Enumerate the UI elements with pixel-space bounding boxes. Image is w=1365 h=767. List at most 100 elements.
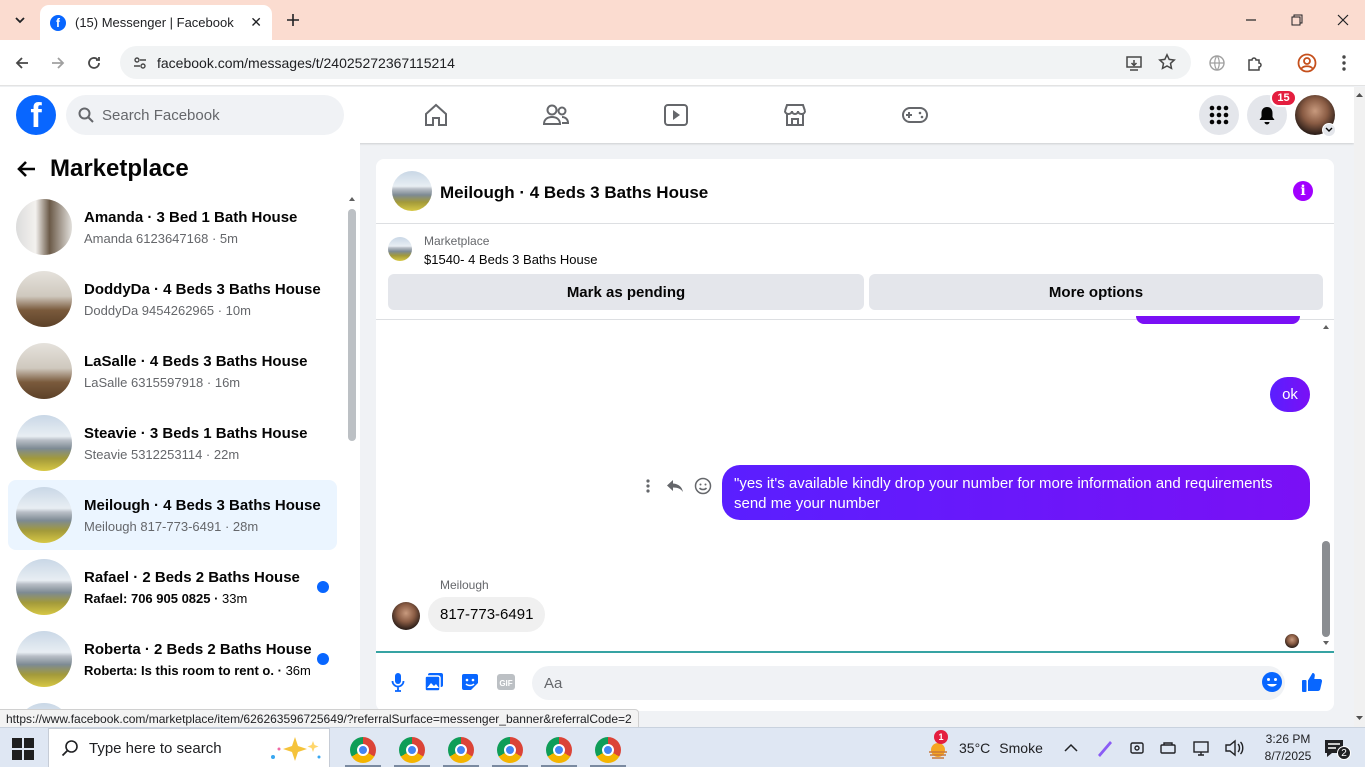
chrome-taskbar-icon[interactable] — [546, 737, 572, 763]
sender-name: Meilough — [440, 578, 489, 592]
site-info-icon[interactable] — [132, 55, 148, 76]
url-text: facebook.com/messages/t/2402527236711521… — [157, 54, 455, 71]
conversation-name: Steavie · 3 Beds 1 Baths House — [84, 424, 308, 442]
sender-avatar[interactable] — [392, 602, 420, 630]
outgoing-message[interactable]: "yes it's available kindly drop your num… — [722, 465, 1310, 520]
react-emoji-icon[interactable] — [692, 475, 714, 497]
conversation-item-selected[interactable]: Meilough · 4 Beds 3 Baths House Meilough… — [8, 480, 337, 550]
message-thread: ok "yes it's available kindly drop your … — [376, 316, 1334, 651]
conversation-item[interactable]: Steavie · 3 Beds 1 Baths House Steavie 5… — [8, 408, 337, 478]
attach-photo-icon[interactable] — [423, 671, 445, 693]
show-hidden-icons-chevron-icon[interactable] — [1064, 728, 1078, 767]
conversation-item[interactable]: Roberta · 2 Beds 2 Baths House Roberta: … — [8, 624, 337, 694]
close-window-icon[interactable] — [1320, 0, 1365, 40]
panel-scrollbar[interactable] — [348, 195, 356, 705]
chrome-taskbar-icon[interactable] — [595, 737, 621, 763]
thumbs-up-like-icon[interactable] — [1301, 671, 1323, 693]
mark-as-pending-button[interactable]: Mark as pending — [388, 274, 864, 310]
tab-search-chevron-icon[interactable] — [0, 0, 40, 40]
panel-header: Marketplace — [16, 155, 189, 183]
conversation-name: Meilough · 4 Beds 3 Baths House — [84, 496, 321, 514]
reload-icon[interactable] — [82, 51, 106, 75]
back-arrow-icon[interactable] — [16, 160, 36, 178]
marketplace-listing-banner[interactable]: Marketplace $1540- 4 Beds 3 Baths House — [376, 224, 1334, 276]
reply-icon[interactable] — [664, 475, 686, 497]
forward-arrow-icon[interactable] — [46, 51, 70, 75]
facebook-header: f Search Facebook 15 — [0, 87, 1354, 143]
conversation-name: LaSalle · 4 Beds 3 Baths House — [84, 352, 308, 370]
conversation-name: Amanda · 3 Bed 1 Bath House — [84, 208, 298, 226]
facebook-search-input[interactable]: Search Facebook — [66, 95, 344, 135]
page-scrollbar[interactable] — [1354, 87, 1365, 727]
browser-tab-messenger[interactable]: f (15) Messenger | Facebook ✕ — [40, 5, 272, 40]
chat-avatar[interactable] — [392, 171, 432, 211]
facebook-logo[interactable]: f — [16, 95, 56, 135]
conversation-item[interactable]: LaSalle · 4 Beds 3 Baths House LaSalle 6… — [8, 336, 337, 406]
friends-icon[interactable] — [536, 97, 576, 133]
chat-scrollbar-thumb[interactable] — [1322, 541, 1330, 637]
message-input[interactable] — [532, 666, 1285, 700]
weather-temp: 35°C — [959, 740, 991, 756]
panel-scrollbar-thumb[interactable] — [348, 209, 356, 441]
home-icon[interactable] — [416, 97, 456, 133]
marketplace-conversations-panel: Marketplace Amanda · 3 Bed 1 Bath House … — [0, 143, 360, 710]
weather-icon: 1 — [926, 730, 950, 760]
conversation-preview: Amanda 6123647168 · 5m — [84, 230, 238, 246]
incoming-message[interactable]: 817-773-6491 — [428, 597, 546, 632]
taskbar-search-box[interactable]: Type here to search — [48, 728, 330, 767]
conversation-preview: Meilough 817-773-6491 · 28m — [84, 518, 259, 534]
windows-start-icon[interactable] — [12, 738, 34, 760]
conversation-preview: LaSalle 6315597918 · 16m — [84, 374, 241, 390]
conversation-info-icon[interactable]: i — [1293, 181, 1313, 201]
translate-globe-icon[interactable] — [1205, 51, 1229, 75]
panel-title: Marketplace — [50, 155, 189, 182]
taskbar-clock[interactable]: 3:26 PM 8/7/2025 — [1258, 731, 1318, 765]
conversation-preview: Roberta: Is this room to rent o... · 36m — [84, 662, 311, 678]
account-chevron-icon[interactable] — [1322, 123, 1336, 137]
unread-dot-icon — [317, 653, 329, 665]
bookmark-star-icon[interactable] — [1158, 53, 1176, 76]
conversation-name: Roberta · 2 Beds 2 Baths House — [84, 640, 312, 658]
chrome-taskbar-icon[interactable] — [350, 737, 376, 763]
more-actions-icon[interactable] — [637, 475, 659, 497]
marketplace-icon[interactable] — [775, 97, 815, 133]
close-tab-icon[interactable]: ✕ — [250, 14, 262, 31]
gif-icon[interactable]: GIF — [495, 671, 517, 693]
conversation-name: Rafael · 2 Beds 2 Baths House — [84, 568, 300, 586]
restore-icon[interactable] — [1274, 0, 1320, 40]
notification-badge: 15 — [1270, 89, 1297, 107]
new-tab-icon[interactable] — [270, 0, 316, 40]
more-options-button[interactable]: More options — [869, 274, 1323, 310]
browser-menu-icon[interactable] — [1332, 51, 1356, 75]
menu-grid-icon[interactable] — [1199, 95, 1239, 135]
back-arrow-icon[interactable] — [10, 51, 34, 75]
watch-video-icon[interactable] — [656, 97, 696, 133]
chrome-taskbar-icon[interactable] — [497, 737, 523, 763]
facebook-favicon-icon: f — [50, 14, 66, 31]
address-bar[interactable]: facebook.com/messages/t/2402527236711521… — [120, 46, 1191, 79]
pen-tray-icon[interactable] — [1096, 728, 1114, 767]
network-icon[interactable] — [1192, 728, 1210, 767]
meet-now-icon[interactable] — [1128, 728, 1146, 767]
conversation-item[interactable]: Rafael · 2 Beds 2 Baths House Rafael: 70… — [8, 552, 337, 622]
emoji-icon[interactable] — [1261, 671, 1283, 693]
conversation-avatar — [16, 487, 72, 543]
install-app-icon[interactable] — [1125, 54, 1143, 77]
gaming-controller-icon[interactable] — [895, 97, 935, 133]
network-drive-icon[interactable] — [1159, 728, 1177, 767]
chat-title[interactable]: Meilough · 4 Beds 3 Baths House — [440, 183, 708, 203]
profile-avatar-icon[interactable] — [1295, 51, 1319, 75]
volume-speaker-icon[interactable] — [1224, 728, 1244, 767]
minimize-icon[interactable] — [1228, 0, 1274, 40]
notification-center-icon[interactable]: 2 — [1323, 728, 1351, 767]
conversation-item[interactable]: Amanda · 3 Bed 1 Bath House Amanda 61236… — [8, 192, 337, 262]
extensions-puzzle-icon[interactable] — [1243, 51, 1267, 75]
outgoing-message[interactable]: ok — [1270, 377, 1310, 412]
chat-scrollbar[interactable] — [1321, 321, 1331, 651]
chrome-taskbar-icon[interactable] — [448, 737, 474, 763]
conversation-item[interactable]: DoddyDa · 4 Beds 3 Baths House DoddyDa 9… — [8, 264, 337, 334]
chrome-taskbar-icon[interactable] — [399, 737, 425, 763]
weather-widget[interactable]: 1 35°C Smoke — [926, 728, 1043, 767]
voice-clip-icon[interactable] — [387, 671, 409, 693]
sticker-icon[interactable] — [459, 671, 481, 693]
